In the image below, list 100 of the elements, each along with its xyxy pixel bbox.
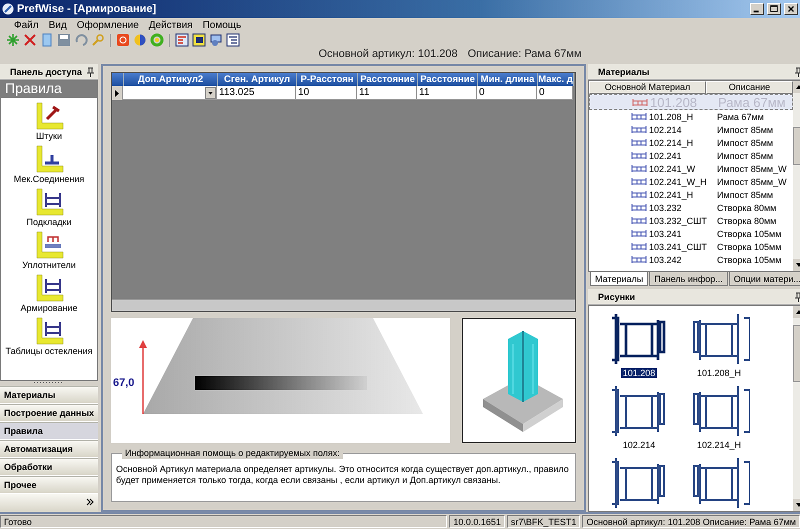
circle-icon[interactable] — [133, 33, 147, 47]
menu-item[interactable]: Действия — [148, 20, 193, 30]
rule-item-label[interactable]: Армирование — [20, 303, 78, 313]
main-article-label: Основной артикул: 101.208 — [318, 48, 458, 62]
menu-item[interactable]: Файл — [14, 20, 39, 30]
column-header[interactable]: Расстояние — [418, 73, 478, 86]
row-pointer-icon — [115, 90, 120, 96]
profile-icon — [631, 190, 648, 199]
nav-button[interactable]: Обработки — [0, 458, 98, 476]
nav-button[interactable]: Построение данных — [0, 404, 98, 422]
document-icon[interactable] — [40, 33, 54, 47]
table-view-icon[interactable] — [175, 33, 189, 47]
maximize-icon[interactable] — [767, 3, 781, 15]
material-row[interactable]: 103.241_СШТ Створка 105мм — [589, 240, 793, 253]
rule-item-label[interactable]: Штуки — [36, 131, 62, 141]
picture-item[interactable]: 102.214 — [599, 382, 680, 454]
panel-title: Материалы — [598, 66, 650, 76]
profile-icon — [631, 203, 648, 212]
column-header[interactable]: Макс. д — [538, 73, 574, 86]
profile-icon — [631, 255, 648, 264]
column-header[interactable]: Мин. длина — [478, 73, 538, 86]
picture-label[interactable]: 102.214_H — [695, 440, 744, 450]
profile-icon — [631, 138, 648, 147]
material-row[interactable]: 102.241 Импост 85мм — [589, 149, 793, 162]
material-row[interactable]: 103.241 Створка 105мм — [589, 227, 793, 240]
scrollbar[interactable] — [112, 299, 576, 311]
profile-icon — [631, 125, 648, 134]
splitter-grip-icon[interactable] — [34, 381, 64, 384]
picture-label[interactable]: 101.208_H — [695, 368, 744, 378]
material-row[interactable]: 102.241_W_H Импост 85мм_W — [589, 175, 793, 188]
picture-item[interactable]: 102.214_H — [679, 382, 760, 454]
nav-button[interactable]: Прочее — [0, 476, 98, 494]
material-row[interactable]: 101.208_H Рама 67мм — [589, 110, 793, 123]
rule-item-label[interactable]: Таблицы остекления — [6, 346, 92, 356]
pin-icon[interactable] — [87, 66, 94, 76]
delete-icon[interactable] — [23, 33, 37, 47]
image-view-icon[interactable] — [209, 33, 223, 47]
status-text: Готово — [0, 515, 448, 528]
column-header[interactable]: Расстояние — [358, 73, 418, 86]
menu-item[interactable]: Оформление — [76, 20, 139, 30]
app-icon — [2, 3, 14, 15]
picture-item[interactable]: 101.208 — [599, 310, 680, 382]
window-title: PrefWise - [Армирование] — [17, 3, 158, 15]
menu-item[interactable]: Помощь — [202, 20, 242, 30]
picture-label[interactable]: 101.208 — [620, 368, 658, 378]
table-cell: 11 — [357, 86, 418, 100]
pin-icon[interactable] — [794, 292, 800, 302]
column-header[interactable]: Основной Материал — [589, 81, 706, 94]
table-cell: 11 — [417, 86, 478, 100]
rule-item-label[interactable]: Подкладки — [26, 217, 72, 227]
nav-button[interactable]: Автоматизация — [0, 440, 98, 458]
column-header[interactable]: Сген. Артикул — [218, 73, 298, 86]
status-text: sr7\BFK_TEST1 — [506, 515, 580, 528]
profile-icon — [631, 164, 648, 173]
profile-icon — [632, 98, 648, 106]
list-view-icon[interactable] — [226, 33, 240, 47]
column-header[interactable]: Описание — [706, 81, 793, 94]
table-cell: 10 — [296, 86, 358, 100]
save-icon[interactable] — [57, 33, 71, 47]
dimension-label: 67,0 — [113, 377, 134, 389]
menu-item[interactable]: Вид — [48, 20, 67, 30]
profile-icon — [631, 151, 648, 160]
chevron-icon[interactable] — [86, 498, 94, 508]
minimize-icon[interactable] — [750, 3, 764, 15]
info-legend: Информационная помощь о редактируемых полях: — [122, 448, 343, 459]
profile-icon — [631, 177, 648, 186]
material-row[interactable]: 103.242 Створка 105мм — [589, 253, 793, 266]
close-icon[interactable] — [784, 3, 798, 15]
pin-icon[interactable] — [794, 66, 800, 76]
status-text: 10.0.0.1651 — [449, 515, 505, 528]
stop-icon[interactable] — [116, 33, 130, 47]
description-label: Описание: Рама 67мм — [468, 48, 582, 62]
column-header[interactable]: Р-Расстоян — [297, 73, 358, 86]
dropdown-cell[interactable] — [123, 86, 218, 100]
panel-title: Панель доступа — [10, 66, 82, 76]
profile-icon — [631, 112, 648, 121]
panel-tab[interactable]: Панель инфор... — [649, 272, 728, 286]
material-row[interactable]: 102.241_W Импост 85мм_W — [589, 162, 793, 175]
table-cell: 0 — [537, 86, 574, 100]
nav-button[interactable]: Правила — [0, 422, 98, 440]
section-header: Правила — [0, 80, 98, 97]
material-row[interactable]: 102.214 Импост 85мм — [589, 123, 793, 136]
picture-item[interactable]: 101.208_H — [679, 310, 760, 382]
column-header[interactable]: Доп.Артикул2 — [124, 73, 218, 86]
rule-item-label[interactable]: Мек.Соединения — [14, 174, 84, 184]
nav-button[interactable]: Материалы — [0, 386, 98, 404]
material-row[interactable]: 103.232 Створка 80мм — [589, 201, 793, 214]
status-text: Основной артикул: 101.208 Описание: Рама 67мм — [582, 515, 800, 528]
panel-tab[interactable]: Материалы — [590, 272, 648, 286]
header-corner — [112, 73, 124, 86]
profile-icon — [631, 229, 648, 238]
picture-label[interactable]: 102.214 — [620, 440, 658, 450]
material-row[interactable]: 103.232_СШТ Створка 80мм — [589, 214, 793, 227]
window-view-icon[interactable] — [192, 33, 206, 47]
rule-item-label[interactable]: Уплотнители — [22, 260, 76, 270]
table-cell: 0 — [477, 86, 538, 100]
material-row[interactable]: 102.214_H Импост 85мм — [589, 136, 793, 149]
profile-icon — [631, 216, 648, 225]
material-row[interactable]: 102.241_H Импост 85мм — [589, 188, 793, 201]
table-cell: 113.025 — [217, 86, 296, 100]
